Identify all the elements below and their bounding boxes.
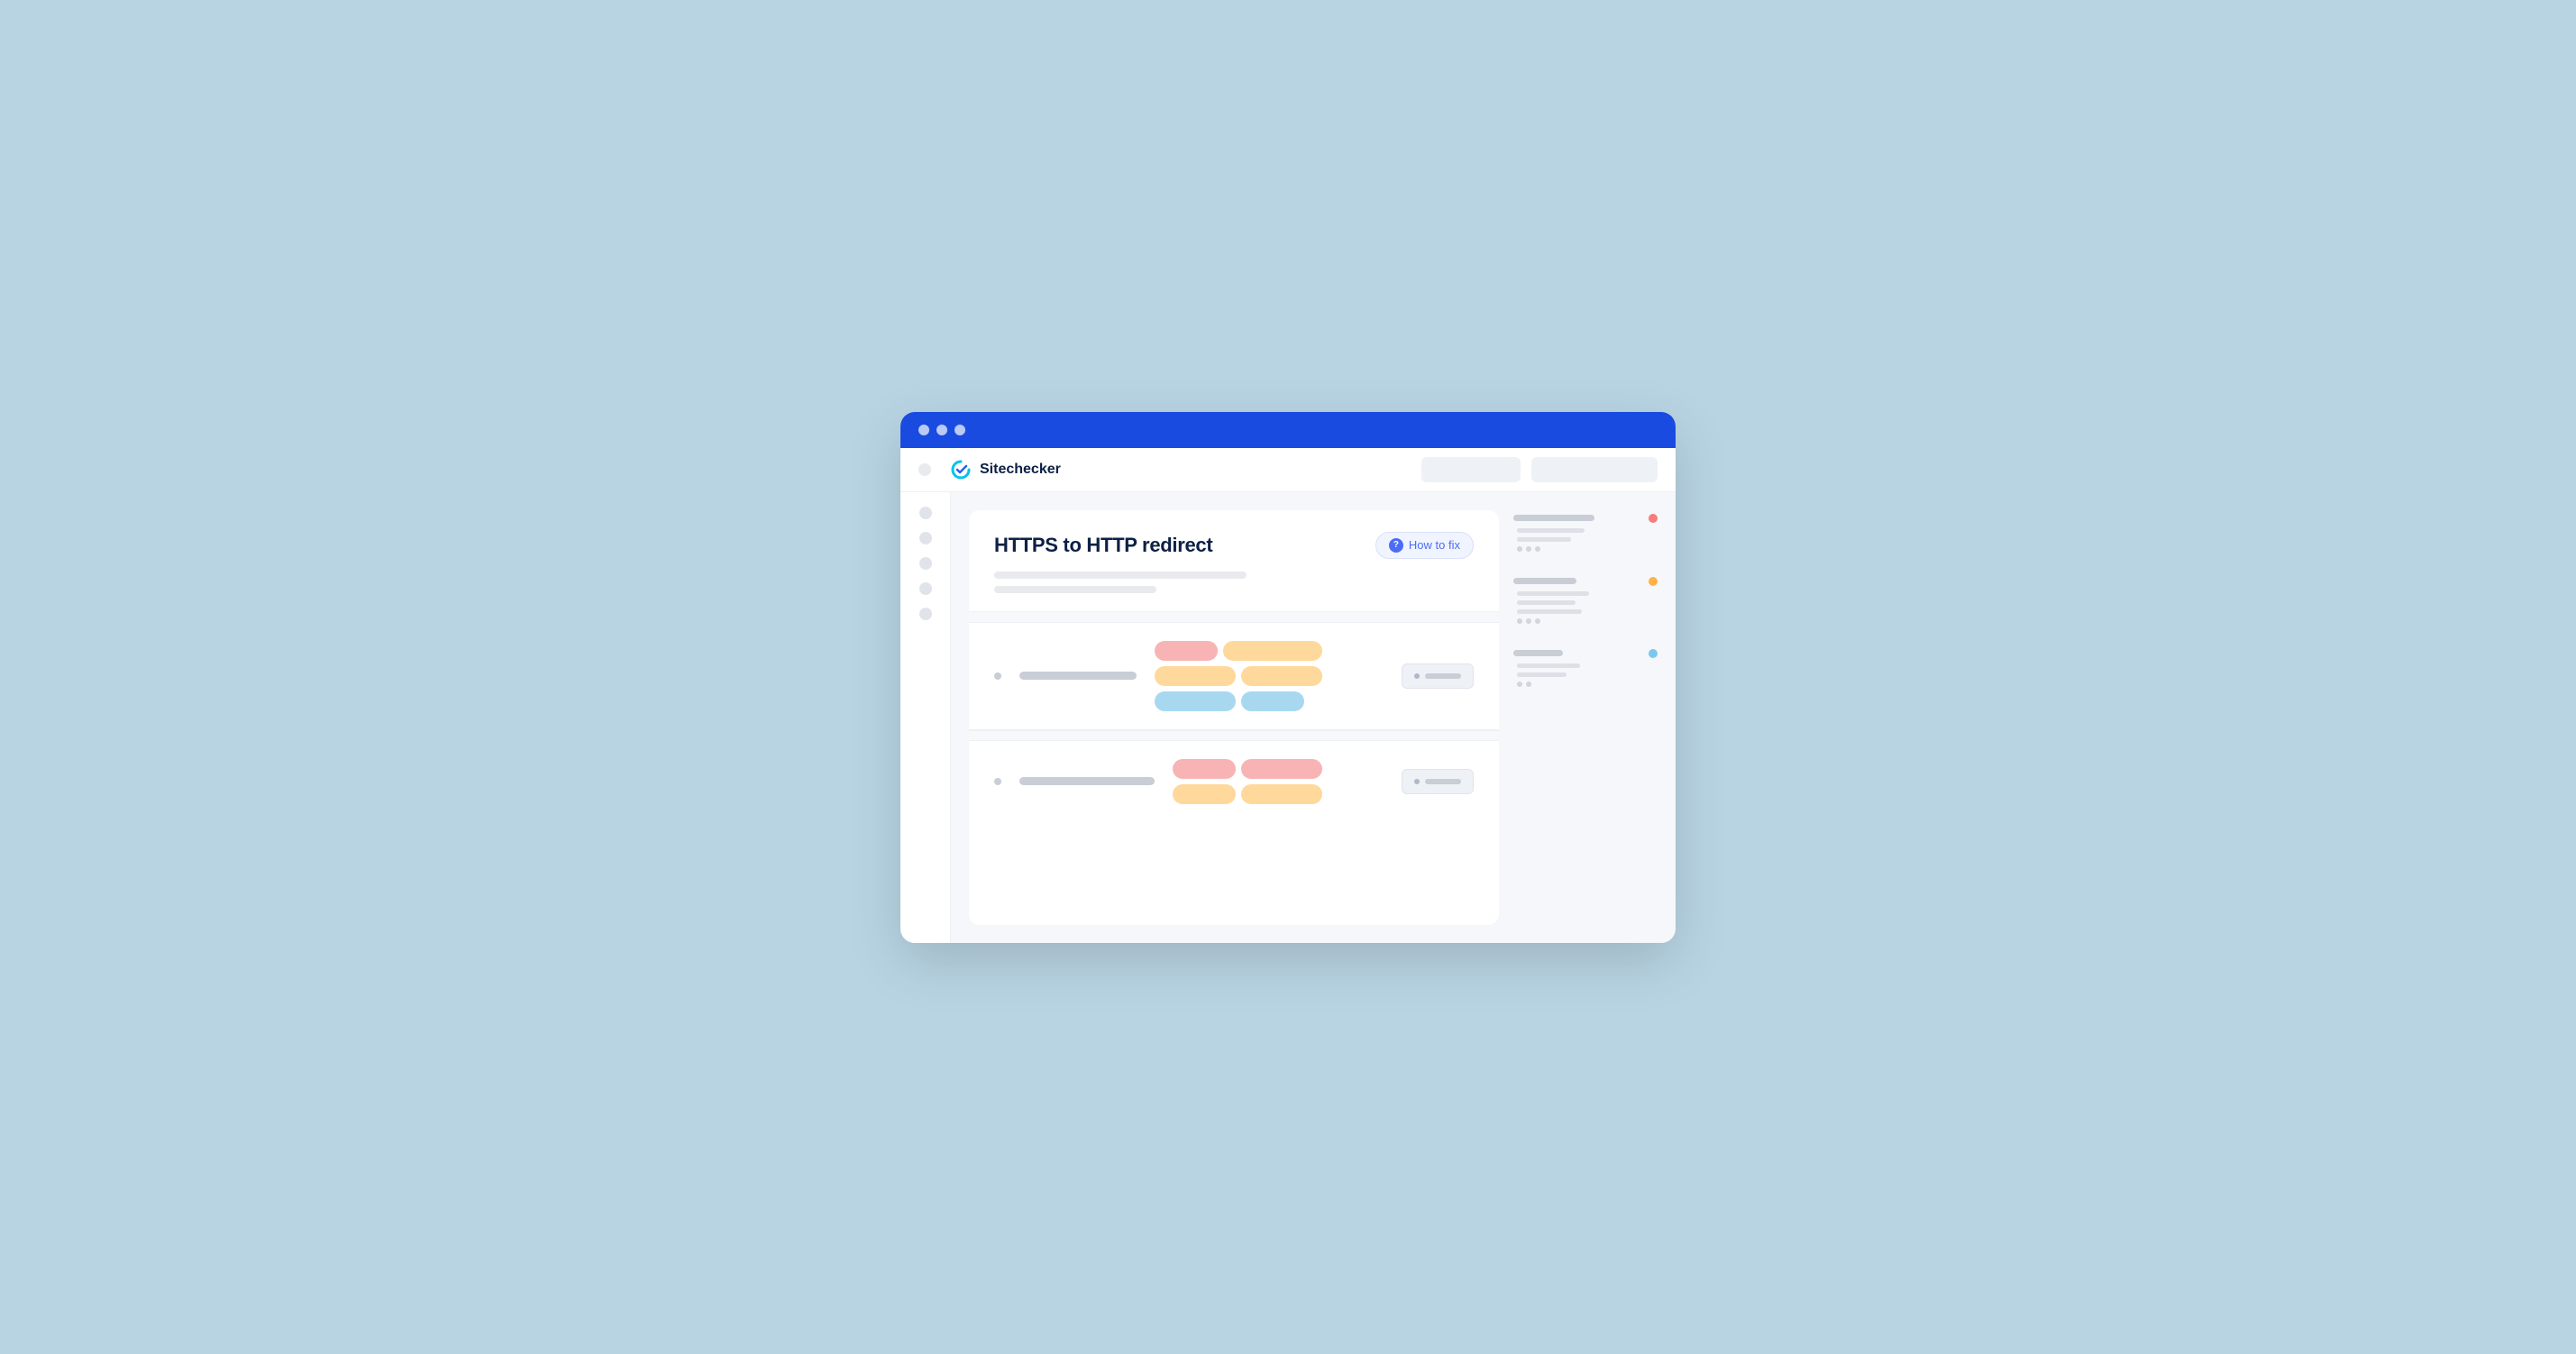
sidebar-nav-item-2[interactable] [919,532,932,544]
row-icon-2 [994,778,1001,785]
rs-dot-orange-1 [1649,577,1658,586]
rs-tiny-dot-1a [1517,546,1522,552]
rs-tiny-dot-1c [1535,546,1540,552]
rs-tiny-dot-2b [1526,618,1531,624]
logo-icon [949,458,973,481]
traffic-light-1 [918,425,929,435]
tag-orange-1 [1223,641,1322,661]
rs-row-3 [1513,649,1658,658]
nav-pill-1[interactable] [1421,457,1521,482]
card-subtitle-bar-1 [994,572,1247,579]
rs-tiny-dot-3a [1517,682,1522,687]
how-to-fix-icon: ? [1389,538,1403,553]
rs-tiny-dot-1b [1526,546,1531,552]
logo-text: Sitechecker [980,462,1061,478]
tag-pink-2 [1173,759,1236,779]
row-icon-1 [994,672,1001,680]
tag-orange-3 [1241,666,1322,686]
card-container: HTTPS to HTTP redirect ? How to fix [969,510,1499,925]
traffic-light-2 [936,425,947,435]
rs-mini-bar-1a [1517,528,1585,533]
rs-mini-bar-3a [1517,663,1580,668]
action-dot-2 [1414,779,1420,784]
tag-pink-3 [1241,759,1322,779]
table-header-bg [969,612,1499,623]
table-separator-bg [969,730,1499,741]
row-label-2 [1019,777,1155,785]
main-card: HTTPS to HTTP redirect ? How to fix [969,510,1499,925]
action-dot-1 [1414,673,1420,679]
table-row [969,623,1499,730]
sidebar-nav-item-4[interactable] [919,582,932,595]
tag-blue-1 [1155,691,1236,711]
rs-row-1 [1513,514,1658,523]
right-sidebar [1513,510,1658,925]
tag-pink-1 [1155,641,1218,661]
tag-blue-2 [1241,691,1304,711]
sidebar-nav-item-1[interactable] [919,507,932,519]
how-to-fix-button[interactable]: ? How to fix [1375,532,1474,559]
sidebar-nav-item-3[interactable] [919,557,932,570]
browser-navbar: Sitechecker [900,448,1676,492]
main-area: HTTPS to HTTP redirect ? How to fix [951,492,1676,943]
tag-orange-4 [1173,784,1236,804]
row-label-1 [1019,672,1137,680]
browser-window: Sitechecker HTTPS to HTTP redirect [900,412,1676,943]
rs-section-gap-1 [1513,563,1658,572]
row-action-2[interactable] [1402,769,1474,794]
rs-tiny-dot-2c [1535,618,1540,624]
action-bar-1 [1425,673,1461,679]
rs-mini-bar-2a [1517,591,1589,596]
table-row-2 [969,741,1499,822]
how-to-fix-text: How to fix [1409,538,1460,552]
rs-section-gap-2 [1513,635,1658,644]
rs-tiny-dot-2a [1517,618,1522,624]
tag-orange-2 [1155,666,1236,686]
rs-dot-red-1 [1649,514,1658,523]
rs-tiny-dot-3b [1526,682,1531,687]
rs-row-2 [1513,577,1658,586]
traffic-light-3 [955,425,965,435]
card-subtitle-bar-2 [994,586,1156,593]
card-header: HTTPS to HTTP redirect ? How to fix [969,510,1499,612]
rs-bar-1 [1513,515,1594,521]
row-tags-1 [1155,641,1384,711]
tag-orange-5 [1241,784,1322,804]
rs-bar-2 [1513,578,1576,584]
action-bar-2 [1425,779,1461,784]
rs-bar-3 [1513,650,1563,656]
row-action-1[interactable] [1402,663,1474,689]
nav-pill-2[interactable] [1531,457,1658,482]
browser-titlebar [900,412,1676,448]
rs-mini-bar-2b [1517,600,1576,605]
left-sidebar [900,492,951,943]
card-title: HTTPS to HTTP redirect [994,534,1212,557]
rs-mini-bar-1b [1517,537,1571,542]
sidebar-nav-item-5[interactable] [919,608,932,620]
card-title-row: HTTPS to HTTP redirect ? How to fix [994,532,1474,559]
browser-content: HTTPS to HTTP redirect ? How to fix [900,492,1676,943]
row-tags-2 [1173,759,1384,804]
rs-dot-blue-1 [1649,649,1658,658]
rs-mini-bar-3b [1517,672,1567,677]
nav-back-circle [918,463,931,476]
rs-mini-bar-2c [1517,609,1582,614]
